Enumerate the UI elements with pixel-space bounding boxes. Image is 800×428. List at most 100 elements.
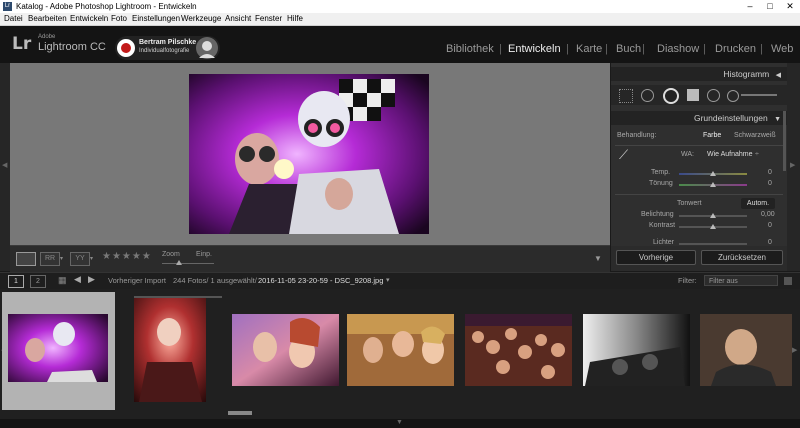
module-karte[interactable]: Karte (576, 43, 602, 55)
filter-label: Filter: (678, 276, 697, 285)
wb-picker-icon[interactable]: ⟋ (619, 147, 628, 163)
filmstrip-thumb[interactable] (230, 292, 343, 410)
filmstrip-thumb[interactable] (580, 292, 693, 410)
filmstrip-scrollbar[interactable] (228, 411, 252, 415)
wb-label: WA: (681, 151, 694, 158)
chevron-down-icon[interactable]: ▾ (90, 255, 93, 262)
module-buch[interactable]: Buch (616, 43, 641, 55)
menu-ansicht[interactable]: Ansicht (225, 13, 251, 25)
module-separator: | (499, 43, 502, 55)
chevron-down-icon[interactable]: ▾ (386, 276, 390, 284)
filmstrip-thumb[interactable] (345, 292, 458, 410)
filmstrip-right-arrow-icon[interactable]: ▶ (792, 346, 797, 354)
treatment-color-option[interactable]: Farbe (703, 132, 721, 139)
left-panel-toggle[interactable]: ◀ (0, 63, 10, 271)
radial-filter-icon[interactable] (707, 89, 720, 102)
chevron-down-icon[interactable]: ÷ (755, 151, 759, 158)
grid-icon[interactable]: ▦ (58, 275, 67, 286)
main-photo[interactable] (189, 74, 429, 234)
second-window-button[interactable]: 2 (30, 275, 46, 288)
exposure-value[interactable]: 0,00 (761, 211, 775, 218)
redeye-icon[interactable] (663, 88, 679, 104)
loupe-view-button[interactable] (16, 252, 36, 266)
treatment-label: Behandlung: (617, 132, 657, 139)
maximize-button[interactable]: □ (760, 0, 780, 13)
zoom-value[interactable]: Einp. (196, 251, 212, 258)
forward-arrow-icon[interactable]: ▶ (88, 274, 95, 285)
module-bibliothek[interactable]: Bibliothek (446, 43, 494, 55)
module-diashow[interactable]: Diashow (657, 43, 699, 55)
panel-scrollbar[interactable] (783, 111, 786, 171)
highlights-slider[interactable] (679, 243, 747, 245)
histogram-title: Histogramm (723, 69, 770, 79)
before-after-button[interactable]: RR (40, 252, 60, 266)
auto-tone-button[interactable]: Autom. (741, 198, 775, 209)
right-arrow-icon: ▶ (790, 162, 796, 169)
main-window-button[interactable]: 1 (8, 275, 24, 288)
basic-panel-header[interactable]: Grundeinstellungen ▼ (611, 111, 787, 125)
spot-removal-icon[interactable] (641, 89, 654, 102)
brush-size-slider[interactable] (741, 94, 777, 96)
exposure-label: Belichtung (641, 211, 674, 218)
menu-foto[interactable]: Foto (111, 13, 127, 25)
contrast-label: Kontrast (649, 222, 676, 229)
back-arrow-icon[interactable]: ◀ (74, 274, 81, 285)
title-bar: Lr Katalog - Adobe Photoshop Lightroom -… (0, 0, 800, 13)
highlights-label: Lichter (653, 239, 675, 246)
zoom-slider[interactable] (162, 263, 214, 264)
crop-tool-icon[interactable] (619, 89, 633, 103)
contrast-value[interactable]: 0 (768, 222, 772, 229)
temp-value[interactable]: 0 (768, 169, 772, 176)
contrast-slider-thumb[interactable] (710, 224, 716, 229)
chevron-down-icon[interactable]: ▾ (60, 255, 63, 262)
module-web[interactable]: Web (771, 43, 793, 55)
filter-lock-icon[interactable] (784, 277, 792, 285)
histogram-header[interactable]: Histogramm ◀ (611, 67, 787, 81)
filename-label[interactable]: 2016-11-05 23-20-59 - DSC_9208.jpg (258, 276, 383, 285)
menu-fenster[interactable]: Fenster (255, 13, 282, 25)
tint-value[interactable]: 0 (768, 180, 772, 187)
module-separator: | (703, 43, 706, 55)
exposure-slider-thumb[interactable] (710, 213, 716, 218)
star-rating[interactable]: ★★★★★ (102, 251, 152, 262)
bottom-panel-toggle[interactable]: ▼ (0, 419, 800, 428)
lightroom-logo: Lr (12, 34, 32, 54)
close-button[interactable]: ✕ (780, 0, 800, 13)
filmstrip-thumb[interactable] (117, 292, 230, 410)
tint-slider-thumb[interactable] (710, 182, 716, 187)
filmstrip-thumb[interactable] (696, 292, 792, 410)
menu-hilfe[interactable]: Hilfe (287, 13, 303, 25)
temp-slider-thumb[interactable] (710, 171, 716, 176)
toolbar-menu-icon[interactable]: ▼ (594, 254, 602, 263)
tool-strip (611, 85, 787, 105)
compare-view-button[interactable]: YY (70, 252, 90, 266)
minimize-button[interactable]: – (740, 0, 760, 13)
right-panel-toggle[interactable]: ▶ (787, 63, 800, 271)
menu-werkzeuge[interactable]: Werkzeuge (181, 13, 221, 25)
menu-bar: Datei Bearbeiten Entwickeln Foto Einstel… (0, 13, 800, 26)
module-entwickeln[interactable]: Entwickeln (508, 43, 561, 55)
menu-datei[interactable]: Datei (4, 13, 23, 25)
menu-einstellungen[interactable]: Einstellungen (132, 13, 180, 25)
window-title: Katalog - Adobe Photoshop Lightroom - En… (16, 2, 197, 11)
zoom-slider-thumb[interactable] (176, 260, 182, 265)
filmstrip-bar: 1 2 ▦ ◀ ▶ Vorheriger Import 244 Fotos/ 1… (0, 272, 800, 289)
previous-button[interactable]: Vorherige (616, 250, 696, 265)
graduated-filter-icon[interactable] (687, 89, 699, 101)
count-label: 244 Fotos/ 1 ausgewählt/ (173, 276, 257, 285)
source-label[interactable]: Vorheriger Import (108, 276, 166, 285)
brush-icon[interactable] (727, 90, 739, 102)
divider (615, 145, 783, 146)
treatment-bw-option[interactable]: Schwarzweiß (734, 132, 776, 139)
filter-dropdown[interactable]: Filter aus (704, 275, 778, 286)
menu-entwickeln[interactable]: Entwickeln (70, 13, 108, 25)
menu-bearbeiten[interactable]: Bearbeiten (28, 13, 67, 25)
wb-dropdown[interactable]: Wie Aufnahme (707, 151, 753, 158)
reset-button[interactable]: Zurücksetzen (701, 250, 783, 265)
basic-title: Grundeinstellungen (693, 113, 768, 123)
filmstrip-thumb-selected[interactable] (2, 292, 115, 410)
module-drucken[interactable]: Drucken (715, 43, 756, 55)
app-icon: Lr (3, 2, 12, 11)
filmstrip-thumb[interactable] (463, 292, 576, 410)
highlights-value[interactable]: 0 (768, 239, 772, 246)
